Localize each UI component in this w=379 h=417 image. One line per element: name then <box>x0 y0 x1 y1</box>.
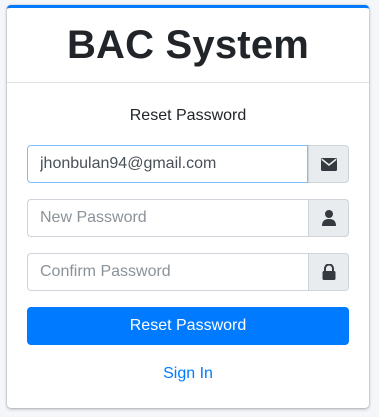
brand-title[interactable]: BAC System <box>67 23 309 68</box>
new-password-input-group <box>27 199 349 237</box>
user-icon <box>321 210 336 226</box>
lock-addon <box>308 253 349 291</box>
envelope-icon <box>320 157 337 171</box>
confirm-password-field[interactable] <box>27 253 308 291</box>
form-message: Reset Password <box>129 107 247 124</box>
user-addon <box>308 199 349 237</box>
card-body: Reset Password jhonbulan94@gmail.com Res… <box>7 83 369 385</box>
sign-in-link[interactable]: Sign In <box>27 363 349 385</box>
reset-password-card: BAC System Reset Password jhonbulan94@gm… <box>7 5 369 408</box>
confirm-password-input-group <box>27 253 349 291</box>
email-field[interactable] <box>27 145 308 183</box>
email-addon <box>308 145 349 183</box>
lock-icon <box>322 264 336 280</box>
reset-password-button[interactable]: Reset Password <box>27 307 349 345</box>
new-password-field[interactable] <box>27 199 308 237</box>
email-input-group <box>27 145 349 183</box>
card-header: BAC System <box>7 8 369 83</box>
